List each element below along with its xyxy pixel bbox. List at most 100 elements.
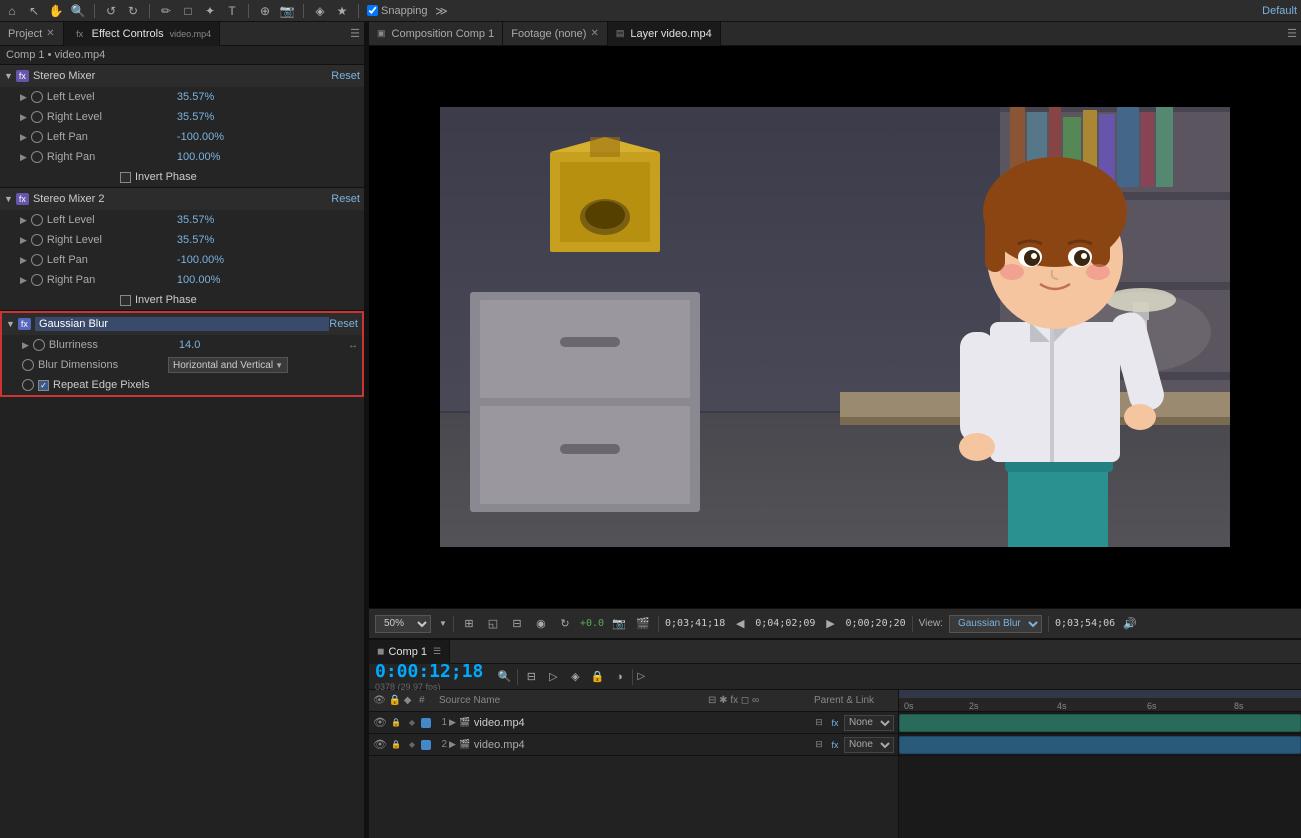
layer-1-sw1[interactable]: ⊟ — [812, 716, 826, 730]
layer-1-fx-icon[interactable]: fx — [828, 716, 842, 730]
stopwatch-lp1[interactable] — [31, 131, 43, 143]
blur-dimensions-dropdown[interactable]: Horizontal and Vertical ▼ — [168, 357, 288, 373]
reset-btn-sm1[interactable]: Reset — [331, 70, 360, 82]
film-icon[interactable]: 🎬 — [634, 615, 652, 633]
redo-icon[interactable]: ↻ — [125, 3, 141, 19]
snapping-checkbox[interactable] — [367, 5, 378, 16]
layer-1-name[interactable]: video.mp4 — [474, 717, 810, 729]
tab-effect-controls[interactable]: fx Effect Controls video.mp4 — [64, 22, 220, 46]
stopwatch-rp2[interactable] — [31, 274, 43, 286]
reset-btn-sm2[interactable]: Reset — [331, 193, 360, 205]
more-icon[interactable]: ≫ — [434, 3, 450, 19]
snapshot-icon[interactable]: ↻ — [556, 615, 574, 633]
layer-2-fx-icon[interactable]: fx — [828, 738, 842, 752]
layer-2-eye[interactable]: 👁 — [373, 738, 387, 752]
time-out[interactable]: 0;04;02;09 — [755, 618, 815, 629]
mask-icon[interactable]: ◈ — [312, 3, 328, 19]
grid-icon[interactable]: ⊞ — [460, 615, 478, 633]
effect-header-gaussian-blur[interactable]: ▼ fx Gaussian Blur Reset — [2, 313, 362, 335]
layer-1-lock[interactable]: 🔒 — [389, 716, 403, 730]
snapping-toggle[interactable]: Snapping — [367, 5, 428, 17]
anchor-icon[interactable]: ⊕ — [257, 3, 273, 19]
camera-snap-icon[interactable]: 📷 — [610, 615, 628, 633]
panel-menu-icon[interactable]: ☰ — [350, 27, 360, 40]
layer-2-sw1[interactable]: ⊟ — [812, 738, 826, 752]
layer-2-name[interactable]: video.mp4 — [474, 739, 810, 751]
pen-icon[interactable]: ✏ — [158, 3, 174, 19]
layer-1-expand[interactable]: ▶ — [449, 717, 456, 728]
effect-header-stereo-mixer-1[interactable]: ▼ fx Stereo Mixer Reset — [0, 65, 364, 87]
tl-color-icon[interactable]: ◑ — [610, 668, 628, 686]
layer-2-parent[interactable]: None — [844, 737, 894, 753]
zoom-select[interactable]: 50% 100% 25% — [375, 615, 431, 633]
stopwatch-lp2[interactable] — [31, 254, 43, 266]
shape-icon[interactable]: □ — [180, 3, 196, 19]
stopwatch-blur-dim[interactable] — [22, 359, 34, 371]
track-clip-1[interactable] — [899, 714, 1301, 732]
tab-comp-timeline[interactable]: ◼ Comp 1 ☰ — [369, 640, 450, 664]
trim-out-icon[interactable]: ▶ — [821, 615, 839, 633]
mask-toggle-icon[interactable]: ◱ — [484, 615, 502, 633]
time-in[interactable]: 0;03;41;18 — [665, 618, 725, 629]
comp-time-display[interactable]: 0:00:12;18 — [375, 661, 483, 682]
prop-value-ll2[interactable]: 35.57% — [177, 214, 214, 226]
select-icon[interactable]: ↖ — [26, 3, 42, 19]
tl-lock-icon[interactable]: 🔒 — [588, 668, 606, 686]
tab-footage-close[interactable]: ✕ — [590, 28, 598, 39]
layer-1-solo[interactable]: ◆ — [405, 716, 419, 730]
tab-layer[interactable]: ▤ Layer video.mp4 — [608, 22, 721, 46]
stopwatch-blur[interactable] — [33, 339, 45, 351]
stopwatch-ll1[interactable] — [31, 91, 43, 103]
prop-value-rl2[interactable]: 35.57% — [177, 234, 214, 246]
view-select[interactable]: Gaussian Blur Final Output — [949, 615, 1042, 633]
text-icon[interactable]: T — [224, 3, 240, 19]
tab-project[interactable]: Project ✕ — [0, 22, 64, 46]
layer-1-parent[interactable]: None — [844, 715, 894, 731]
zoom-icon[interactable]: 🔍 — [70, 3, 86, 19]
prop-value-rl1[interactable]: 35.57% — [177, 111, 214, 123]
prop-value-lp2[interactable]: -100.00% — [177, 254, 224, 266]
search-time-icon[interactable]: 🔍 — [495, 668, 513, 686]
tl-align-icon[interactable]: ⊟ — [522, 668, 540, 686]
prop-value-lp1[interactable]: -100.00% — [177, 131, 224, 143]
prop-value-rp1[interactable]: 100.00% — [177, 151, 220, 163]
trim-in-icon[interactable]: ◀ — [731, 615, 749, 633]
brush-icon[interactable]: ✦ — [202, 3, 218, 19]
current-frame[interactable]: 0;03;54;06 — [1055, 618, 1115, 629]
title-safe-icon[interactable]: ⊟ — [508, 615, 526, 633]
layer-1-eye[interactable]: 👁 — [373, 716, 387, 730]
hand-icon[interactable]: ✋ — [48, 3, 64, 19]
stopwatch-rp1[interactable] — [31, 151, 43, 163]
prop-value-ll1[interactable]: 35.57% — [177, 91, 214, 103]
workspace-default[interactable]: Default — [1262, 5, 1297, 17]
prop-value-blurriness[interactable]: 14.0 — [179, 339, 200, 351]
invert-phase-checkbox-1[interactable] — [120, 172, 131, 183]
puppet-icon[interactable]: ★ — [334, 3, 350, 19]
tl-solo-icon[interactable]: ◈ — [566, 668, 584, 686]
tab-project-close[interactable]: ✕ — [46, 28, 54, 39]
tab-footage[interactable]: Footage (none) ✕ — [503, 22, 608, 46]
tl-set-in-icon[interactable]: ▷ — [544, 668, 562, 686]
reset-btn-gb[interactable]: Reset — [329, 318, 358, 330]
track-clip-2[interactable] — [899, 736, 1301, 754]
tab-composition[interactable]: ▣ Composition Comp 1 — [369, 22, 503, 46]
camera-icon[interactable]: 📷 — [279, 3, 295, 19]
stopwatch-rl2[interactable] — [31, 234, 43, 246]
layer-2-expand[interactable]: ▶ — [449, 739, 456, 750]
layer-2-solo[interactable]: ◆ — [405, 738, 419, 752]
stopwatch-rl1[interactable] — [31, 111, 43, 123]
viewer-menu-icon[interactable]: ☰ — [1287, 27, 1297, 40]
audio-icon[interactable]: 🔊 — [1121, 615, 1139, 633]
color-correction-icon[interactable]: ◉ — [532, 615, 550, 633]
home-icon[interactable]: ⌂ — [4, 3, 20, 19]
effect-header-stereo-mixer-2[interactable]: ▼ fx Stereo Mixer 2 Reset — [0, 188, 364, 210]
undo-icon[interactable]: ↺ — [103, 3, 119, 19]
blur-expand-icon[interactable]: ↔ — [348, 340, 358, 351]
stopwatch-repeat[interactable] — [22, 379, 34, 391]
stopwatch-ll2[interactable] — [31, 214, 43, 226]
timeline-ruler: 0s 2s 4s 6s 8s 10s 12s 14s 16s — [899, 690, 1301, 712]
repeat-edge-checkbox[interactable] — [38, 380, 49, 391]
invert-phase-checkbox-2[interactable] — [120, 295, 131, 306]
prop-value-rp2[interactable]: 100.00% — [177, 274, 220, 286]
layer-2-lock[interactable]: 🔒 — [389, 738, 403, 752]
